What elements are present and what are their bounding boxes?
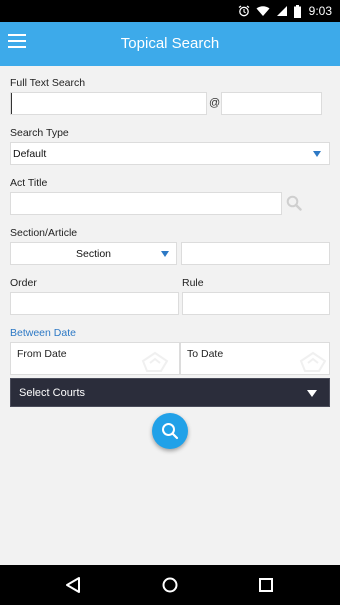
back-icon[interactable] bbox=[64, 575, 84, 595]
section-article-label: Section/Article bbox=[10, 227, 78, 239]
section-number-input[interactable] bbox=[182, 243, 329, 264]
select-courts-dropdown[interactable]: Select Courts bbox=[10, 378, 330, 407]
full-text-search-input-2[interactable] bbox=[222, 93, 321, 114]
home-icon[interactable] bbox=[160, 575, 180, 595]
order-field[interactable] bbox=[10, 292, 179, 315]
signal-icon bbox=[276, 6, 287, 16]
search-type-value: Default bbox=[13, 148, 47, 160]
section-number-field[interactable] bbox=[181, 242, 330, 265]
full-text-search-field[interactable] bbox=[10, 92, 207, 115]
act-title-input[interactable] bbox=[11, 193, 281, 214]
full-text-search-field-2[interactable] bbox=[221, 92, 322, 115]
search-button[interactable] bbox=[152, 413, 188, 449]
act-title-label: Act Title bbox=[10, 177, 48, 189]
order-input[interactable] bbox=[11, 293, 178, 314]
rule-label: Rule bbox=[182, 277, 204, 289]
to-date-label: To Date bbox=[187, 348, 224, 360]
status-bar: 9:03 bbox=[0, 0, 340, 22]
wifi-icon bbox=[256, 6, 270, 16]
dropdown-arrow-icon bbox=[313, 151, 321, 157]
rule-input[interactable] bbox=[183, 293, 329, 314]
navigation-bar bbox=[0, 565, 340, 605]
at-separator: @ bbox=[209, 97, 221, 109]
alarm-icon bbox=[238, 5, 250, 17]
dropdown-arrow-icon bbox=[307, 390, 317, 397]
section-value: Section bbox=[75, 248, 112, 260]
page-title: Topical Search bbox=[120, 35, 220, 52]
app-bar: Topical Search bbox=[0, 22, 340, 66]
full-text-search-label: Full Text Search bbox=[10, 77, 86, 89]
battery-icon bbox=[293, 4, 301, 18]
act-title-search-icon[interactable] bbox=[286, 195, 302, 211]
search-type-label: Search Type bbox=[10, 127, 69, 139]
status-time: 9:03 bbox=[308, 4, 332, 18]
section-select[interactable]: Section bbox=[10, 242, 177, 265]
order-label: Order bbox=[10, 277, 37, 289]
select-courts-value: Select Courts bbox=[19, 387, 86, 399]
calendar-icon bbox=[141, 351, 169, 372]
rule-field[interactable] bbox=[182, 292, 330, 315]
dropdown-arrow-icon bbox=[161, 251, 169, 257]
act-title-field[interactable] bbox=[10, 192, 282, 215]
status-icons: 9:03 bbox=[238, 3, 332, 19]
between-date-label: Between Date bbox=[10, 327, 76, 339]
from-date-label: From Date bbox=[17, 348, 67, 360]
search-type-select[interactable]: Default bbox=[10, 142, 330, 165]
calendar-icon bbox=[299, 351, 327, 372]
full-text-search-input[interactable] bbox=[11, 93, 206, 114]
from-date-picker[interactable]: From Date bbox=[10, 342, 180, 375]
to-date-picker[interactable]: To Date bbox=[180, 342, 330, 375]
recents-icon[interactable] bbox=[256, 575, 276, 595]
search-icon bbox=[162, 423, 179, 440]
